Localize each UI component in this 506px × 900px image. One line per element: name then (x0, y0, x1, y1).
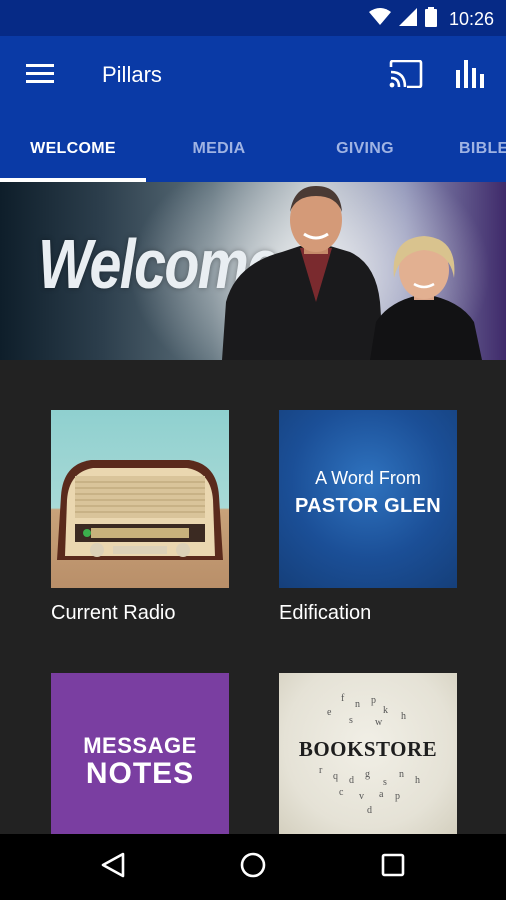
svg-text:c: c (339, 787, 344, 798)
edification-label: Edification (279, 602, 372, 624)
svg-text:f: f (341, 693, 345, 704)
edification-thumbnail: A Word From PASTOR GLEN (279, 410, 457, 588)
hero-banner: Welcome (0, 182, 506, 360)
svg-text:q: q (333, 771, 338, 782)
bookstore-thumbnail: fnpk ehsw rqdg snhc vapd BOOKSTORE (279, 673, 457, 851)
message-notes-art-line1: MESSAGE (83, 733, 197, 758)
svg-text:n: n (355, 699, 360, 710)
svg-text:w: w (375, 717, 383, 728)
equalizer-button[interactable] (450, 56, 490, 96)
edification-art-line2: PASTOR GLEN (295, 495, 441, 517)
tab-bar: WELCOME MEDIA GIVING BIBLE (0, 116, 506, 182)
tile-message-notes[interactable]: MESSAGE NOTES (51, 673, 229, 851)
equalizer-icon (456, 59, 484, 93)
svg-text:a: a (379, 789, 384, 800)
svg-text:d: d (367, 805, 372, 816)
app-title: Pillars (102, 62, 162, 87)
svg-text:p: p (371, 695, 376, 706)
svg-text:h: h (415, 775, 420, 786)
back-button[interactable] (93, 847, 133, 887)
svg-text:k: k (383, 705, 388, 716)
edification-art-line1: A Word From (315, 468, 421, 488)
recents-button[interactable] (373, 847, 413, 887)
flying-letters-graphic: fn pk e hs w rq dg snhc v a pd (309, 693, 427, 851)
current-radio-label: Current Radio (51, 602, 176, 624)
battery-icon (424, 7, 437, 32)
svg-text:e: e (327, 707, 332, 718)
menu-icon (26, 63, 54, 89)
svg-text:n: n (399, 769, 404, 780)
home-button[interactable] (233, 847, 273, 887)
recents-icon (381, 853, 405, 882)
message-notes-thumbnail: MESSAGE NOTES (51, 673, 229, 851)
menu-button[interactable] (20, 58, 60, 94)
screen: 10:26 Pillars WELCOME MEDIA GIVING BIBLE… (0, 0, 506, 900)
tab-giving[interactable]: GIVING (292, 116, 438, 182)
tile-edification[interactable]: A Word From PASTOR GLEN Edification (279, 410, 457, 625)
svg-text:d: d (349, 775, 354, 786)
cast-button[interactable] (386, 56, 426, 96)
svg-text:s: s (349, 715, 353, 726)
tab-bible[interactable]: BIBLE (438, 116, 506, 182)
cast-icon (389, 59, 423, 93)
svg-text:r: r (319, 765, 323, 776)
svg-text:v: v (359, 791, 364, 802)
wifi-icon (368, 8, 391, 31)
app-bar: Pillars (0, 36, 506, 116)
content-grid: Current Radio A Word From PASTOR GLEN Ed… (0, 360, 506, 851)
svg-text:h: h (401, 711, 406, 722)
radio-icon (57, 460, 223, 560)
status-time: 10:26 (448, 9, 494, 29)
tab-welcome[interactable]: WELCOME (0, 116, 146, 182)
cell-signal-icon (398, 8, 417, 31)
tile-bookstore[interactable]: fnpk ehsw rqdg snhc vapd BOOKSTORE (279, 673, 457, 851)
tab-media[interactable]: MEDIA (146, 116, 292, 182)
tile-current-radio[interactable]: Current Radio (51, 410, 229, 625)
status-bar: 10:26 (0, 0, 506, 36)
back-icon (101, 852, 125, 883)
status-icons: 10:26 (368, 7, 494, 32)
pastor-couple-photo (222, 186, 482, 360)
svg-text:g: g (365, 769, 370, 780)
current-radio-thumbnail (51, 410, 229, 588)
home-icon (240, 852, 266, 883)
bookstore-art-text: BOOKSTORE (298, 737, 438, 761)
system-nav-bar (0, 834, 506, 900)
svg-text:s: s (383, 777, 387, 788)
svg-text:p: p (395, 791, 400, 802)
message-notes-art-line2: NOTES (85, 757, 195, 790)
